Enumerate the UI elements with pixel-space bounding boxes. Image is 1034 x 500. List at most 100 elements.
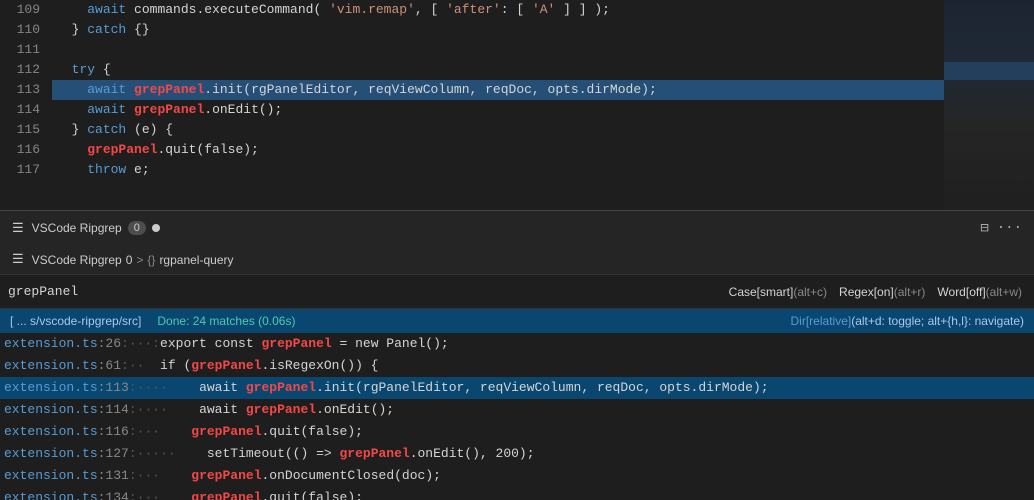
line-number: 114 [8,100,40,120]
result-prefix: export const [160,333,261,355]
list-item[interactable]: extension.ts:113:···· await grepPanel.in… [0,377,1034,399]
bc-item: rgpanel-query [159,253,233,267]
search-input-row: Case[smart](alt+c) Regex[on](alt+r) Word… [0,275,1034,309]
line-number: 110 [8,20,40,40]
minimap-bg [944,0,1034,210]
panel-minimize-button[interactable]: ⊟ [980,220,988,237]
code-line: try { [52,60,944,80]
line-number: 113 [8,80,40,100]
list-item[interactable]: extension.ts:127:····· setTimeout(() => … [0,443,1034,465]
result-lnum: :116 [98,421,129,443]
panel-badge: 0 [128,221,146,235]
result-prefix [160,465,191,487]
result-prefix: await [168,399,246,421]
bc-braces-icon: {} [147,253,155,267]
panel-menu-icon[interactable]: ☰ [12,221,24,236]
result-lnum: :134 [98,487,129,500]
line-numbers: 109110111112113114115116117 [0,0,52,210]
list-item[interactable]: extension.ts:114:···· await grepPanel.on… [0,399,1034,421]
regex-label: Regex[on] [839,285,894,299]
panel-more-button[interactable]: ··· [997,220,1022,236]
list-item[interactable]: extension.ts:61:·· if (grepPanel.isRegex… [0,355,1034,377]
status-dir-detail: (alt+d: toggle; alt+{h,l}: navigate) [851,314,1024,328]
search-toolbar: ☰ VSCode Ripgrep 0 > {} rgpanel-query [0,245,1034,275]
result-lnum: :127 [98,443,129,465]
code-line: await grepPanel.onEdit(); [52,100,944,120]
regex-shortcut: (alt+r) [894,285,926,299]
panel-header: ☰ VSCode Ripgrep 0 ⊟ ··· [0,210,1034,245]
result-prefix [160,487,191,500]
result-dots: :···: [121,333,160,355]
result-match: grepPanel [191,487,261,500]
panel-header-right: ⊟ ··· [980,220,1022,237]
bc-sep1: > [136,253,143,267]
result-dots: :···· [129,377,168,399]
result-prefix: await [168,377,246,399]
status-dir-label: Dir[relative] [791,314,852,328]
minimap [944,0,1034,210]
line-number: 116 [8,140,40,160]
result-file: extension.ts [4,443,98,465]
line-number: 115 [8,120,40,140]
result-file: extension.ts [4,399,98,421]
editor-area: 109110111112113114115116117 await comman… [0,0,1034,210]
result-lnum: :113 [98,377,129,399]
result-prefix: setTimeout(() => [176,443,340,465]
word-label: Word[off] [937,285,985,299]
result-dots: :···· [129,399,168,421]
result-suffix: .onEdit(); [316,399,394,421]
result-dots: :·· [121,355,144,377]
result-match: grepPanel [339,443,409,465]
result-match: grepPanel [191,421,261,443]
word-option[interactable]: Word[off](alt+w) [937,285,1022,299]
code-line: throw e; [52,160,944,180]
search-options: Case[smart](alt+c) Regex[on](alt+r) Word… [729,285,1034,299]
list-item[interactable]: extension.ts:134:··· grepPanel.quit(fals… [0,487,1034,500]
result-prefix: if ( [144,355,191,377]
list-item[interactable]: extension.ts:131:··· grepPanel.onDocumen… [0,465,1034,487]
result-suffix: .onDocumentClosed(doc); [262,465,441,487]
line-number: 109 [8,0,40,20]
line-number: 112 [8,60,40,80]
result-suffix: .isRegexOn()) { [261,355,378,377]
result-dots: :··· [129,465,160,487]
result-dots: :····· [129,443,176,465]
status-dir: Dir[relative](alt+d: toggle; alt+{h,l}: … [791,314,1024,328]
result-match: grepPanel [261,333,331,355]
status-path: [ ... s/vscode-ripgrep/src] [10,314,141,328]
minimap-highlight [944,62,1034,80]
list-item[interactable]: extension.ts:116:··· grepPanel.quit(fals… [0,421,1034,443]
case-option[interactable]: Case[smart](alt+c) [729,285,827,299]
search-input[interactable] [8,284,729,299]
status-message: Done: 24 matches (0.06s) [157,314,295,328]
result-dots: :··· [129,487,160,500]
result-suffix: .init(rgPanelEditor, reqViewColumn, reqD… [316,377,768,399]
result-prefix [160,421,191,443]
result-match: grepPanel [246,399,316,421]
result-match: grepPanel [246,377,316,399]
code-line: } catch {} [52,20,944,40]
result-suffix: .onEdit(), 200); [410,443,535,465]
result-suffix: .quit(false); [262,487,363,500]
line-number: 111 [8,40,40,60]
result-file: extension.ts [4,355,98,377]
result-file: extension.ts [4,487,98,500]
word-shortcut: (alt+w) [986,285,1022,299]
panel-dot [152,224,160,232]
code-line: } catch (e) { [52,120,944,140]
panel-title-label: VSCode Ripgrep [32,221,122,235]
results-list: extension.ts:26:···:export const grepPan… [0,333,1034,500]
result-lnum: :114 [98,399,129,421]
toolbar-menu-icon[interactable]: ☰ [12,252,24,267]
result-file: extension.ts [4,421,98,443]
status-bar: [ ... s/vscode-ripgrep/src] Done: 24 mat… [0,309,1034,333]
result-file: extension.ts [4,333,98,355]
bc-badge: 0 [126,253,133,267]
code-line: grepPanel.quit(false); [52,140,944,160]
result-match: grepPanel [191,355,261,377]
regex-option[interactable]: Regex[on](alt+r) [839,285,925,299]
result-lnum: :131 [98,465,129,487]
case-shortcut: (alt+c) [793,285,827,299]
list-item[interactable]: extension.ts:26:···:export const grepPan… [0,333,1034,355]
code-line: await grepPanel.init(rgPanelEditor, reqV… [52,80,944,100]
